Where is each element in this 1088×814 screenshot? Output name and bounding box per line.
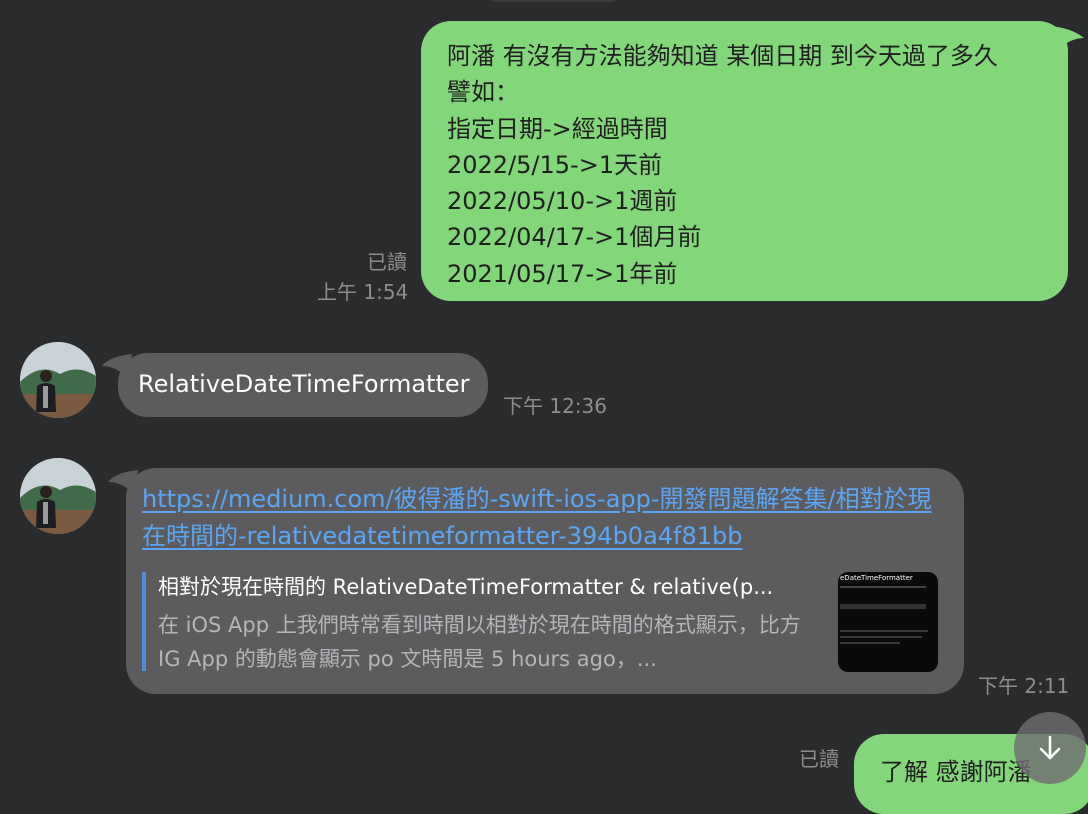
message-link[interactable]: https://medium.com/彼得潘的-swift-ios-app-開發… <box>142 481 932 554</box>
outgoing-message-text: 阿潘 有沒有方法能夠知道 某個日期 到今天過了多久 譬如： 指定日期->經過時間… <box>447 42 998 288</box>
thumbnail-box <box>840 604 926 609</box>
read-receipt: 已讀 <box>799 747 839 771</box>
link-preview-title[interactable]: 相對於現在時間的 RelativeDateTimeFormatter & rel… <box>158 571 823 601</box>
read-receipt: 已讀 <box>367 250 407 274</box>
message-timestamp: 下午 12:36 <box>503 394 607 418</box>
link-preview-thumbnail[interactable]: eDateTimeFormatter <box>838 572 938 672</box>
message-timestamp: 上午 1:54 <box>317 280 409 304</box>
avatar[interactable] <box>20 342 96 418</box>
scroll-to-bottom-button[interactable] <box>1014 712 1086 784</box>
thumbnail-title: eDateTimeFormatter <box>840 574 913 582</box>
thumbnail-line <box>840 642 900 644</box>
incoming-message-text: RelativeDateTimeFormatter <box>138 370 470 398</box>
outgoing-message-text: 了解 感謝阿潘 <box>880 758 1032 786</box>
previous-message-stub <box>484 0 624 2</box>
message-timestamp: 下午 2:11 <box>978 674 1070 698</box>
thumbnail-line <box>840 586 926 588</box>
link-preview-description[interactable]: 在 iOS App 上我們時常看到時間以相對於現在時間的格式顯示，比方 IG A… <box>158 608 813 676</box>
avatar-photo-icon <box>20 458 96 534</box>
avatar[interactable] <box>20 458 96 534</box>
arrow-down-icon <box>1039 735 1061 760</box>
avatar-photo-icon <box>20 342 96 418</box>
link-preview-accent-bar <box>142 572 146 671</box>
thumbnail-line <box>840 630 928 632</box>
thumbnail-line <box>840 636 922 638</box>
